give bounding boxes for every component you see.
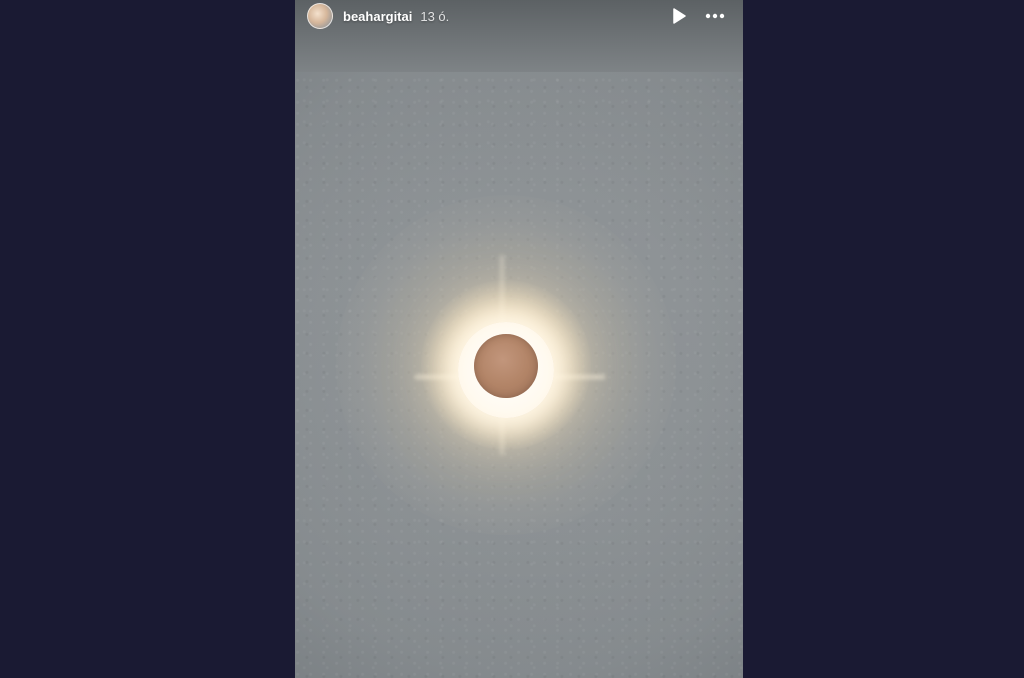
- page: beahargitai 13 ó.: [0, 0, 1024, 678]
- story-header: beahargitai 13 ó.: [295, 0, 743, 32]
- more-options-button[interactable]: [703, 4, 727, 28]
- story-viewer[interactable]: beahargitai 13 ó.: [295, 0, 743, 678]
- eclipse-moon: [474, 334, 538, 398]
- story-timestamp: 13 ó.: [420, 8, 450, 24]
- story-username[interactable]: beahargitai: [343, 9, 412, 24]
- more-options-icon: [705, 13, 725, 19]
- play-button[interactable]: [667, 4, 691, 28]
- profile-avatar[interactable]: [307, 3, 333, 29]
- play-icon: [673, 8, 686, 24]
